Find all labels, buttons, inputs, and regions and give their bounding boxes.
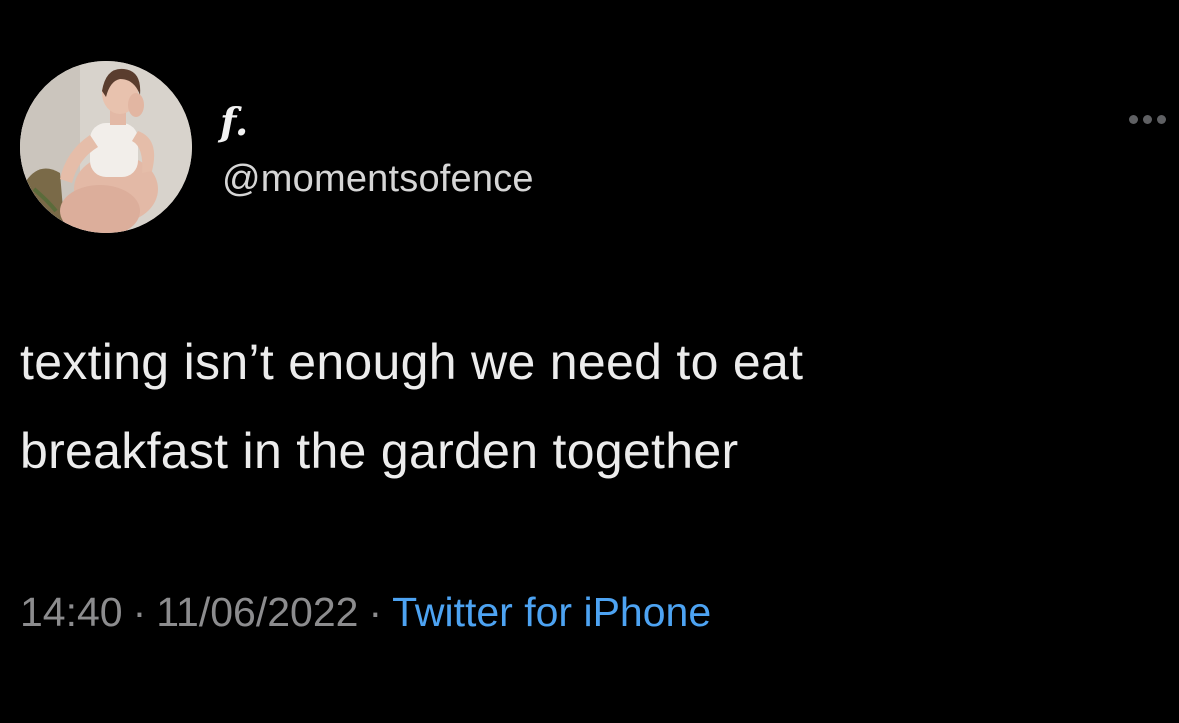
more-options-button[interactable]: [1120, 104, 1174, 134]
user-handle[interactable]: @momentsofence: [222, 156, 534, 202]
tweet-text: texting isn’t enough we need to eat brea…: [20, 318, 1160, 496]
separator: ·: [368, 589, 383, 635]
tweet-date[interactable]: 11/06/2022: [156, 589, 358, 635]
display-name[interactable]: f.: [220, 100, 248, 144]
more-horizontal-icon: [1128, 114, 1138, 124]
separator: ·: [132, 589, 147, 635]
tweet-metadata: 14:40 · 11/06/2022 · Twitter for iPhone: [20, 584, 711, 640]
avatar-photo: [20, 61, 192, 233]
more-horizontal-icon-dot: [1142, 114, 1152, 124]
avatar[interactable]: [20, 61, 192, 233]
more-horizontal-icon-dot: [1156, 114, 1166, 124]
tweet-card: f. @momentsofence texting isn’t enough w…: [0, 0, 1179, 723]
tweet-time[interactable]: 14:40: [20, 589, 123, 635]
tweet-text-line: texting isn’t enough we need to eat: [20, 334, 804, 390]
tweet-source-link[interactable]: Twitter for iPhone: [392, 589, 711, 635]
tweet-text-line: breakfast in the garden together: [20, 423, 739, 479]
